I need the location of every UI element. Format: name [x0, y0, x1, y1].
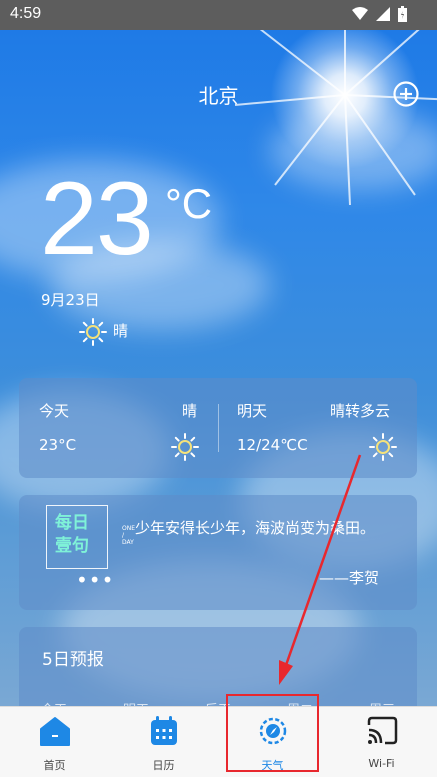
status-time: 4:59	[10, 5, 42, 22]
badge-small-text: ONE / DAY	[122, 525, 136, 546]
today-condition: 晴	[182, 402, 198, 420]
today-temperature: 23°C	[39, 436, 77, 454]
calendar-icon	[151, 716, 177, 745]
highlight-box	[226, 694, 319, 772]
badge-line1: 每日	[55, 513, 89, 533]
nav-item-home[interactable]: 首页	[0, 707, 109, 777]
city-title[interactable]: 北京	[0, 80, 437, 109]
quote-author: ——李贺	[319, 569, 380, 587]
sun-icon	[171, 433, 199, 461]
cast-icon	[367, 716, 398, 745]
daily-quote-card[interactable]: 每日 壹句 ONE / DAY ••• 少年安得长少年，海波尚变为桑田。 ——李…	[19, 495, 417, 610]
nav-label-calendar: 日历	[152, 759, 175, 772]
tomorrow-temperature: 12/24℃C	[237, 436, 308, 454]
nav-label-home: 首页	[43, 759, 66, 772]
nav-item-calendar[interactable]: 日历	[109, 707, 218, 777]
nav-label-wifi: Wi-Fi	[368, 757, 395, 770]
badge-line2: 壹句	[55, 536, 89, 556]
current-temperature: 23	[40, 161, 154, 277]
status-bar: 4:59	[0, 0, 437, 30]
bottom-navigation: 首页 日历 天气 Wi-Fi	[0, 706, 437, 777]
tomorrow-label: 明天	[237, 402, 268, 420]
battery-icon	[398, 6, 407, 22]
quote-text: 少年安得长少年，海波尚变为桑田。	[135, 519, 376, 537]
sun-icon	[369, 433, 397, 461]
sun-icon	[79, 318, 107, 346]
daily-quote-badge: 每日 壹句 ONE / DAY	[46, 505, 135, 569]
five-day-title: 5日预报	[42, 650, 104, 670]
more-dots-icon[interactable]: •••	[76, 568, 114, 592]
home-icon	[40, 717, 70, 746]
cellular-signal-icon	[376, 7, 390, 21]
today-tomorrow-card[interactable]: 今天 晴 23°C 明天 晴转多云 12/24℃C	[19, 378, 417, 478]
current-condition: 晴	[113, 322, 129, 340]
nav-item-wifi[interactable]: Wi-Fi	[327, 707, 436, 777]
card-divider	[218, 404, 219, 452]
wifi-signal-icon	[352, 7, 368, 20]
today-label: 今天	[39, 402, 70, 420]
tomorrow-condition: 晴转多云	[330, 402, 391, 420]
current-date: 9月23日	[41, 291, 100, 309]
add-circle-icon[interactable]	[393, 81, 419, 107]
five-day-forecast-card[interactable]: 5日预报 今天 明天 后天 周二 周三	[19, 627, 417, 718]
temperature-unit: °C	[165, 180, 213, 227]
